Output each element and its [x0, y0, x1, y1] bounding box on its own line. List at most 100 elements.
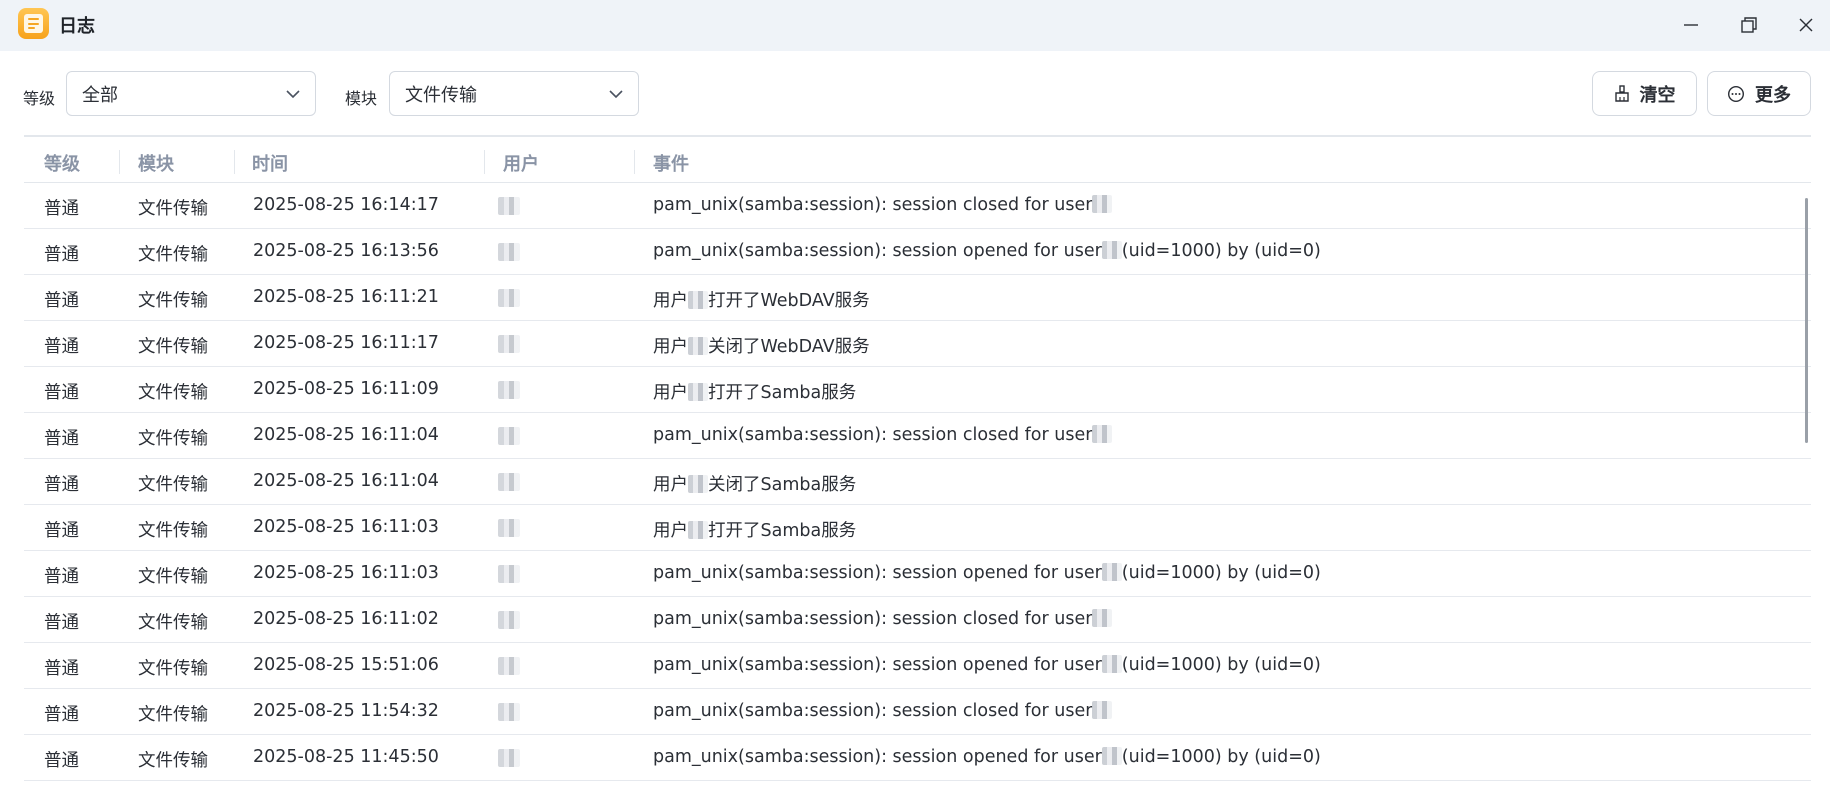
clear-button-label: 清空: [1639, 84, 1676, 106]
cell-level: 普通: [44, 521, 79, 541]
cell-user-redacted: [498, 519, 520, 537]
table-row[interactable]: 普通 文件传输 2025-08-25 16:11:04 pam_unix(samba:…: [24, 413, 1811, 459]
level-filter-label: 等级: [23, 89, 56, 108]
chevron-down-icon: [286, 90, 300, 99]
event-text-suffix: 打开了Samba服务: [708, 383, 857, 403]
table-row[interactable]: 普通 文件传输 2025-08-25 16:11:17 用户 关闭了WebDAV服务: [24, 321, 1811, 367]
close-icon: [1799, 18, 1813, 32]
column-header-user[interactable]: 用户: [503, 150, 539, 176]
close-button[interactable]: [1789, 8, 1823, 42]
cell-module: 文件传输: [138, 475, 208, 495]
table-row[interactable]: 普通 文件传输 2025-08-25 16:11:04 用户 关闭了Samba服务: [24, 459, 1811, 505]
cell-module: 文件传输: [138, 659, 208, 679]
cell-time: 2025-08-25 16:11:03: [253, 517, 439, 537]
cell-event: pam_unix(samba:session): session opened …: [653, 563, 1321, 583]
cell-time: 2025-08-25 16:11:04: [253, 471, 439, 491]
more-button[interactable]: 更多: [1707, 71, 1811, 116]
module-filter-select[interactable]: 文件传输: [389, 71, 639, 116]
redacted-username: [1101, 747, 1122, 765]
cell-user-redacted: [498, 243, 520, 261]
cell-level: 普通: [44, 705, 79, 725]
event-text: 用户: [653, 383, 688, 403]
redacted-username: [688, 475, 708, 493]
cell-level: 普通: [44, 199, 79, 219]
cell-module: 文件传输: [138, 613, 208, 633]
cell-time: 2025-08-25 11:45:50: [253, 747, 439, 767]
cell-level: 普通: [44, 751, 79, 771]
cell-time: 2025-08-25 16:13:56: [253, 241, 439, 261]
event-text: pam_unix(samba:session): session closed …: [653, 195, 1093, 215]
cell-event: pam_unix(samba:session): session closed …: [653, 195, 1113, 215]
more-icon: [1727, 85, 1745, 102]
event-text-suffix: 打开了WebDAV服务: [708, 291, 870, 311]
cell-user-redacted: [498, 749, 520, 767]
redacted-username: [1092, 609, 1113, 627]
event-text-suffix: (uid=1000) by (uid=0): [1121, 563, 1321, 583]
cell-user-redacted: [498, 657, 520, 675]
cell-event: pam_unix(samba:session): session closed …: [653, 701, 1113, 721]
event-text: 用户: [653, 521, 688, 541]
minimize-button[interactable]: [1674, 8, 1708, 42]
column-header-event[interactable]: 事件: [653, 150, 689, 176]
table-row[interactable]: 普通 文件传输 2025-08-25 16:13:56 pam_unix(samba:…: [24, 229, 1811, 275]
cell-user-redacted: [498, 289, 520, 307]
table-row[interactable]: 普通 文件传输 2025-08-25 16:11:09 用户 打开了Samba服务: [24, 367, 1811, 413]
cell-user-redacted: [498, 565, 520, 583]
cell-level: 普通: [44, 337, 79, 357]
table-row[interactable]: 普通 文件传输 2025-08-25 11:45:50 pam_unix(samba:…: [24, 735, 1811, 781]
cell-level: 普通: [44, 567, 79, 587]
event-text: pam_unix(samba:session): session closed …: [653, 425, 1093, 445]
cell-module: 文件传输: [138, 383, 208, 403]
cell-event: 用户 打开了WebDAV服务: [653, 287, 870, 312]
event-text-suffix: 打开了Samba服务: [708, 521, 857, 541]
table-row[interactable]: 普通 文件传输 2025-08-25 16:11:03 pam_unix(samba:…: [24, 551, 1811, 597]
level-filter-value: 全部: [82, 84, 118, 106]
table-row[interactable]: 普通 文件传输 2025-08-25 16:14:17 pam_unix(samba:…: [24, 183, 1811, 229]
cell-level: 普通: [44, 475, 79, 495]
cell-time: 2025-08-25 15:51:06: [253, 655, 439, 675]
event-text: pam_unix(samba:session): session closed …: [653, 701, 1093, 721]
cell-module: 文件传输: [138, 337, 208, 357]
table-row[interactable]: 普通 文件传输 2025-08-25 16:11:21 用户 打开了WebDAV服务: [24, 275, 1811, 321]
table-row[interactable]: 普通 文件传输 2025-08-25 15:51:06 pam_unix(samba:…: [24, 643, 1811, 689]
event-text-suffix: (uid=1000) by (uid=0): [1121, 747, 1321, 767]
cell-user-redacted: [498, 335, 520, 353]
module-filter-label: 模块: [345, 89, 378, 108]
event-text: pam_unix(samba:session): session opened …: [653, 747, 1102, 767]
cell-user-redacted: [498, 703, 520, 721]
cell-level: 普通: [44, 613, 79, 633]
maximize-button[interactable]: [1732, 8, 1766, 42]
column-header-module[interactable]: 模块: [138, 150, 174, 176]
redacted-username: [1092, 195, 1113, 213]
redacted-username: [688, 337, 708, 355]
table-row[interactable]: 普通 文件传输 2025-08-25 16:11:03 用户 打开了Samba服务: [24, 505, 1811, 551]
event-text: 用户: [653, 291, 688, 311]
cell-time: 2025-08-25 16:11:17: [253, 333, 439, 353]
table-row[interactable]: 普通 文件传输 2025-08-25 11:54:32 pam_unix(samba:…: [24, 689, 1811, 735]
table-scrollbar[interactable]: [1805, 198, 1808, 443]
cell-event: 用户 打开了Samba服务: [653, 379, 856, 404]
event-text: 用户: [653, 337, 688, 357]
cell-level: 普通: [44, 245, 79, 265]
cell-level: 普通: [44, 383, 79, 403]
column-header-level[interactable]: 等级: [44, 150, 80, 176]
cell-module: 文件传输: [138, 521, 208, 541]
table-row[interactable]: 普通 文件传输 2025-08-25 16:11:02 pam_unix(samba:…: [24, 597, 1811, 643]
redacted-username: [688, 291, 708, 309]
table-header: 等级 模块 时间 用户 事件: [24, 135, 1811, 183]
cell-event: pam_unix(samba:session): session closed …: [653, 425, 1113, 445]
level-filter-select[interactable]: 全部: [66, 71, 316, 116]
redacted-username: [1101, 563, 1122, 581]
event-text-suffix: (uid=1000) by (uid=0): [1121, 655, 1321, 675]
module-filter-value: 文件传输: [405, 84, 477, 106]
cell-user-redacted: [498, 473, 520, 491]
clear-button[interactable]: 清空: [1592, 71, 1697, 116]
table-body: 普通 文件传输 2025-08-25 16:14:17 pam_unix(samba:…: [24, 183, 1811, 781]
event-text: pam_unix(samba:session): session closed …: [653, 609, 1093, 629]
cell-user-redacted: [498, 197, 520, 215]
column-header-time[interactable]: 时间: [252, 150, 288, 176]
cell-user-redacted: [498, 427, 520, 445]
event-text-suffix: 关闭了Samba服务: [708, 475, 857, 495]
cell-event: pam_unix(samba:session): session opened …: [653, 747, 1321, 767]
cell-module: 文件传输: [138, 429, 208, 449]
